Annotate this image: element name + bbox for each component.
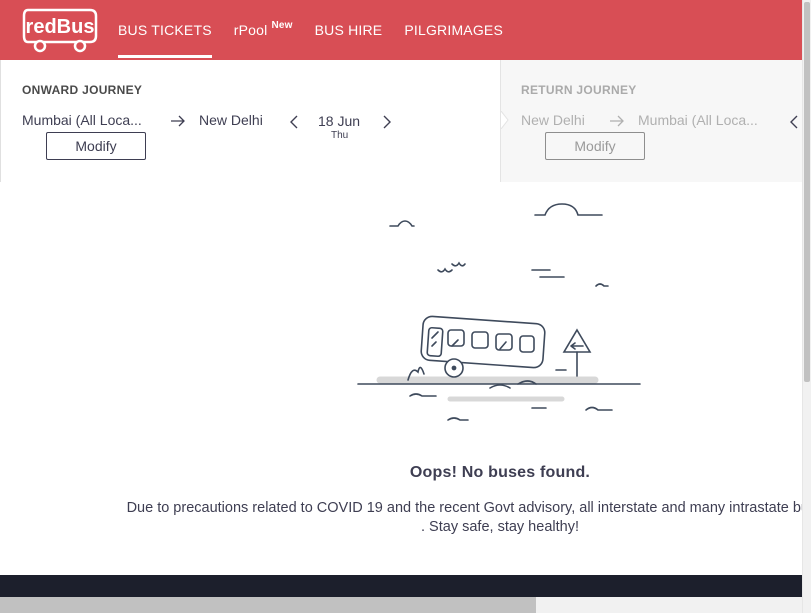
covid-message: Due to precautions related to COVID 19 a…	[0, 499, 802, 537]
empty-state: Oops! No buses found. Due to precautions…	[0, 0, 802, 613]
no-buses-title: Oops! No buses found.	[409, 464, 591, 481]
horizontal-scrollbar-thumb[interactable]	[0, 597, 536, 613]
horizontal-scrollbar[interactable]	[0, 597, 802, 613]
covid-message-line-1: Due to precautions related to COVID 19 a…	[126, 500, 802, 516]
covid-message-line-2: . Stay safe, stay healthy!	[421, 519, 579, 535]
vertical-scrollbar[interactable]	[802, 0, 811, 613]
page: redBus BUS TICKETS rPool New BUS HIRE PI…	[0, 0, 811, 613]
vertical-scrollbar-thumb[interactable]	[804, 2, 810, 382]
